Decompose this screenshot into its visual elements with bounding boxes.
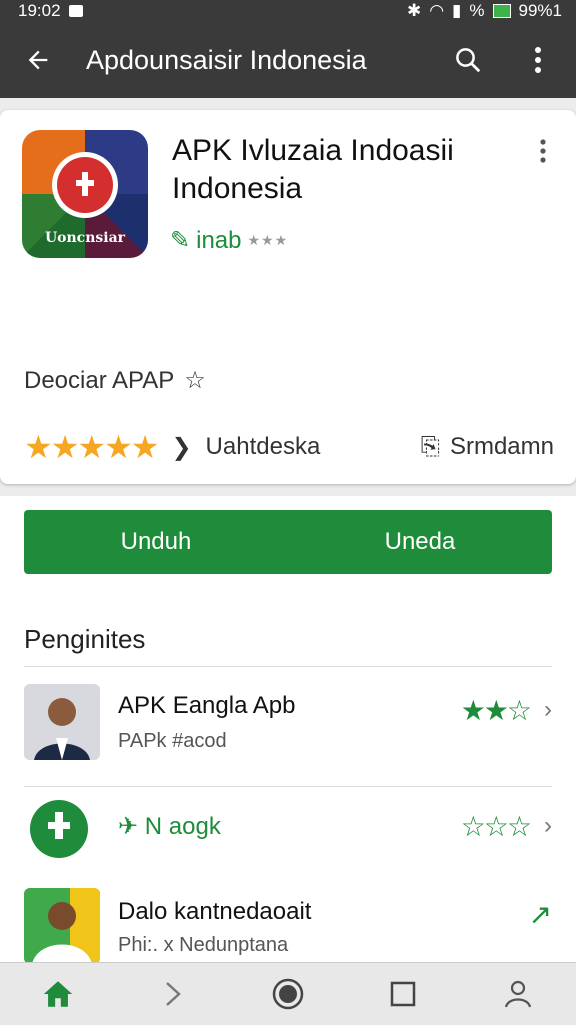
bluetooth-icon: ✱: [406, 1, 422, 20]
home-icon: [43, 981, 72, 1007]
status-time: 19:02: [18, 1, 61, 20]
app-icon-label: Uoncnsiar: [44, 230, 126, 246]
stats-row: ★★★★★ ❯ Uahtdeska ⎘ Srmdamn: [24, 428, 554, 466]
bottom-nav: [0, 962, 576, 1025]
nav-account[interactable]: [496, 972, 540, 1016]
list-item[interactable]: ✈ N aogk ☆☆☆ ›: [24, 798, 552, 860]
app-logo: [30, 800, 88, 858]
more-vert-icon: [535, 47, 541, 73]
pin-icon: ✈: [118, 813, 139, 840]
card-more-button[interactable]: [538, 138, 558, 168]
arrow-left-icon: [28, 50, 48, 70]
item-subtitle: Phi:. x Nedunptana: [118, 934, 289, 956]
square-icon: [390, 981, 416, 1007]
developer-name: Uahtdeska: [205, 433, 321, 460]
developer: ❯ Uahtdeska: [171, 433, 320, 462]
list-item[interactable]: APK Eangla Apb PAPk #acod ★★☆ ›: [24, 684, 552, 764]
install-button[interactable]: Unduh Uneda: [24, 510, 552, 574]
avatar: [24, 684, 100, 760]
search-button[interactable]: [448, 40, 488, 80]
page-title: Apdounsaisir Indonesia: [86, 44, 367, 75]
size-info: ⎘ Srmdamn: [421, 433, 554, 461]
item-title: Dalo kantnedaoait: [118, 898, 312, 925]
nav-forward[interactable]: [151, 972, 195, 1016]
divider: [24, 786, 552, 787]
item-subtitle: PAPk #acod: [118, 730, 227, 752]
install-right-label[interactable]: Uneda: [288, 528, 552, 556]
battery-icon: [492, 4, 511, 18]
back-button[interactable]: [18, 40, 58, 80]
item-stars: ☆☆☆: [460, 811, 532, 842]
search-icon: [456, 48, 481, 73]
rating-stars: ★★★★★: [24, 429, 159, 465]
forward-icon: [165, 982, 181, 1006]
section-title: Penginites: [24, 624, 146, 654]
mini-stars: ★★★: [247, 232, 289, 248]
item-title-text: N aogk: [144, 813, 221, 840]
avatar: [24, 888, 100, 964]
app-bar: Apdounsaisir Indonesia: [0, 22, 576, 98]
status-percent: %: [469, 1, 485, 20]
person-icon: [24, 888, 100, 964]
tag-icon: ✎: [170, 227, 191, 254]
person-icon: [24, 684, 100, 760]
wifi-icon: ◠: [429, 1, 445, 20]
notification-icon: [68, 5, 83, 17]
circle-icon: [272, 978, 304, 1010]
signal-icon: ▮: [452, 1, 462, 20]
document-icon: ⎘: [420, 433, 440, 460]
share-icon[interactable]: ☆: [184, 366, 206, 395]
status-bar: 19:02 ✱ ◠ ▮ % 99%1: [0, 0, 576, 22]
more-vert-icon: [540, 139, 546, 163]
battery-text: 99%1: [518, 1, 562, 20]
item-title: ✈ N aogk: [118, 812, 221, 841]
list-item[interactable]: Dalo kantnedaoait Phi:. x Nedunptana ↗: [24, 888, 552, 964]
flag-icon: [76, 172, 94, 196]
rating-label: inab: [196, 226, 242, 254]
deco-row: Deociar APAP ☆: [24, 366, 206, 395]
chevron-right-icon[interactable]: ›: [544, 696, 552, 724]
nav-home-button[interactable]: [266, 972, 310, 1016]
app-title-line2: Indonesia: [172, 172, 303, 205]
divider: [24, 666, 552, 667]
item-stars: ★★☆: [460, 695, 532, 726]
flag-icon: [48, 812, 70, 839]
app-title-line1: APK Ivluzaia Indoasii: [172, 134, 454, 167]
chevron-right-icon[interactable]: ›: [544, 812, 552, 840]
install-left-label[interactable]: Unduh: [24, 528, 288, 556]
item-title: APK Eangla Apb: [118, 692, 296, 719]
deco-text: Deociar APAP: [24, 366, 175, 394]
overflow-menu-button[interactable]: [518, 40, 558, 80]
size-label: Srmdamn: [449, 433, 554, 460]
app-badge: [52, 152, 118, 218]
nav-recents[interactable]: [381, 972, 425, 1016]
nav-home[interactable]: [36, 972, 80, 1016]
app-title: APK Ivluzaia Indoasii Indonesia: [172, 132, 512, 208]
content-rating: ✎ inab ★★★: [170, 226, 288, 255]
app-icon[interactable]: Uoncnsiar: [22, 130, 148, 258]
open-external-icon[interactable]: ↗: [529, 898, 552, 931]
chevron-icon: ❯: [171, 433, 192, 461]
account-icon: [505, 980, 532, 1008]
